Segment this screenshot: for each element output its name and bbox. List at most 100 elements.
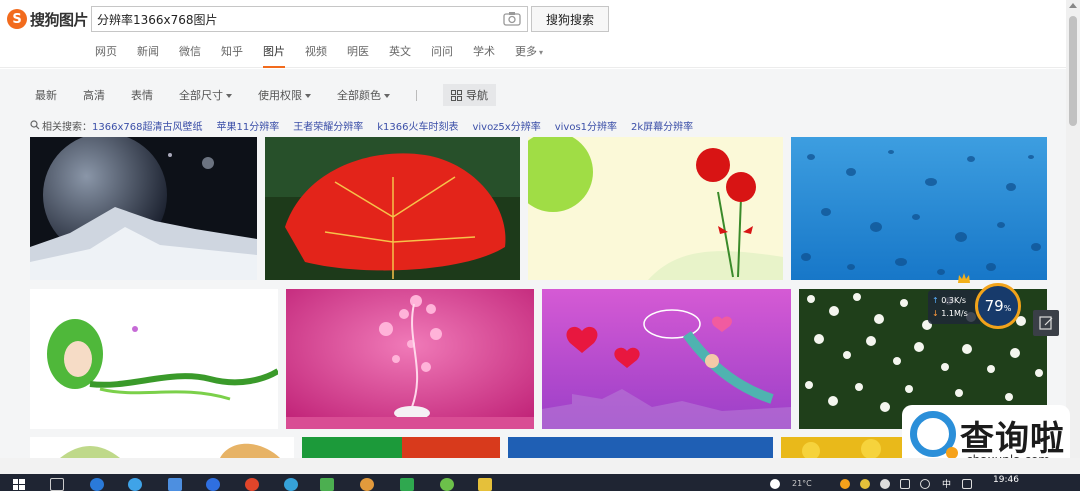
- ie-browser-icon[interactable]: [90, 478, 104, 491]
- tab-scholar[interactable]: 学术: [473, 44, 495, 66]
- feedback-button[interactable]: [1033, 310, 1059, 336]
- category-tabs: 网页 新闻 微信 知乎 图片 视频 明医 英文 问问 学术 更多 ▾: [95, 44, 563, 68]
- image-result-partial[interactable]: [302, 437, 500, 458]
- image-result-angel-net[interactable]: [542, 289, 791, 429]
- gauge-percent-sign: %: [1003, 303, 1012, 313]
- network-speed-widget[interactable]: ↑ 0.3K/s ↓ 1.1M/s: [928, 290, 980, 324]
- tab-wechat[interactable]: 微信: [179, 44, 201, 66]
- navigation-button[interactable]: 导航: [443, 84, 496, 106]
- taskbar-gap: [0, 458, 1080, 474]
- scroll-up-arrow-icon[interactable]: [1069, 3, 1077, 8]
- pink-hearts-image: [286, 289, 534, 429]
- related-link[interactable]: vivos1分辨率: [555, 118, 617, 133]
- blue-image: [508, 437, 773, 458]
- angel-net-image: [542, 289, 791, 429]
- tab-more[interactable]: 更多 ▾: [515, 44, 543, 66]
- tray-keyboard-icon[interactable]: [962, 479, 972, 489]
- chevron-down-icon: ▾: [539, 48, 544, 57]
- related-link[interactable]: 苹果11分辨率: [216, 118, 279, 133]
- related-link[interactable]: 王者荣耀分辨率: [293, 118, 363, 133]
- tab-medical[interactable]: 明医: [347, 44, 369, 66]
- tab-web[interactable]: 网页: [95, 44, 117, 66]
- image-result-carnations[interactable]: [528, 137, 783, 280]
- search-input[interactable]: [92, 7, 492, 31]
- tab-english[interactable]: 英文: [389, 44, 411, 66]
- tab-news[interactable]: 新闻: [137, 44, 159, 66]
- filter-latest[interactable]: 最新: [35, 87, 57, 103]
- tray-app-icon[interactable]: [840, 479, 850, 489]
- app-green-icon[interactable]: [400, 478, 414, 491]
- related-link[interactable]: 2k屏幕分辨率: [631, 118, 693, 133]
- vertical-scrollbar[interactable]: [1066, 0, 1080, 458]
- related-label: 相关搜索：: [42, 121, 92, 133]
- tab-wenwen[interactable]: 问问: [431, 44, 453, 66]
- search-box: [91, 6, 528, 32]
- image-result-partial[interactable]: [781, 437, 921, 458]
- filter-license-label: 使用权限: [258, 89, 302, 102]
- explorer-icon[interactable]: [168, 478, 182, 491]
- caret-down-icon: [305, 94, 311, 98]
- tab-zhihu[interactable]: 知乎: [221, 44, 243, 66]
- image-result-partial[interactable]: [30, 437, 294, 458]
- iqiyi-icon[interactable]: [320, 478, 334, 491]
- tray-app-icon[interactable]: [880, 479, 890, 489]
- battery-icon[interactable]: [900, 479, 910, 489]
- sogou-browser-icon[interactable]: [128, 478, 142, 491]
- tropical-image: [30, 437, 294, 458]
- filter-size-dropdown[interactable]: 全部尺寸: [179, 87, 232, 103]
- image-result-red-leaf[interactable]: [265, 137, 520, 280]
- tab-video[interactable]: 视频: [305, 44, 327, 66]
- tray-app-icon[interactable]: [860, 479, 870, 489]
- camera-icon[interactable]: [503, 11, 521, 26]
- app-k-icon[interactable]: [206, 478, 220, 491]
- carnations-image: [528, 137, 783, 280]
- related-searches: 相关搜索： 1366x768超清古风壁纸 苹果11分辨率 王者荣耀分辨率 k13…: [30, 118, 707, 133]
- sogou-logo-icon: S: [7, 9, 27, 29]
- app-blue-icon[interactable]: [284, 478, 298, 491]
- brand-name: 搜狗图片: [30, 10, 89, 29]
- filter-hd[interactable]: 高清: [83, 87, 105, 103]
- search-button[interactable]: 搜狗搜索: [531, 6, 609, 32]
- download-arrow-icon: ↓: [932, 309, 939, 318]
- green-red-image: [302, 437, 500, 458]
- image-result-partial[interactable]: [508, 437, 773, 458]
- upload-speed: 0.3K/s: [941, 296, 967, 305]
- ime-indicator[interactable]: 中: [942, 477, 951, 490]
- memory-gauge[interactable]: 79%: [975, 283, 1021, 329]
- filter-color-dropdown[interactable]: 全部颜色: [337, 87, 390, 103]
- network-icon[interactable]: [920, 479, 930, 489]
- image-result-pink-hearts[interactable]: [286, 289, 534, 429]
- tab-images[interactable]: 图片: [263, 44, 285, 68]
- related-link[interactable]: 1366x768超清古风壁纸: [92, 118, 202, 133]
- filter-license-dropdown[interactable]: 使用权限: [258, 87, 311, 103]
- related-link[interactable]: vivoz5x分辨率: [472, 118, 540, 133]
- windows-taskbar: 21°C 中 19:46: [0, 458, 1080, 491]
- crown-icon: [958, 273, 970, 283]
- windows-start-icon[interactable]: [12, 478, 26, 491]
- image-result-droplets[interactable]: [791, 137, 1047, 280]
- search-icon: [30, 120, 40, 130]
- filter-divider: [416, 89, 417, 101]
- scroll-thumb[interactable]: [1069, 16, 1077, 126]
- taskbar-clock[interactable]: 19:46: [993, 475, 1019, 485]
- search-header: S 搜狗图片 搜狗搜索 网页 新闻 微信 知乎 图片 视频 明医 英文 问问 学…: [0, 0, 1066, 68]
- weather-moon-icon[interactable]: [770, 479, 780, 489]
- grid-icon: [451, 89, 462, 101]
- image-result-green-fairy[interactable]: [30, 289, 278, 429]
- image-result-planet[interactable]: [30, 137, 257, 280]
- green-fairy-image: [30, 289, 278, 429]
- gauge-percent: 79: [984, 297, 1004, 315]
- droplets-image: [791, 137, 1047, 280]
- navigation-button-label: 导航: [466, 89, 488, 102]
- wechat-icon[interactable]: [440, 478, 454, 491]
- related-link[interactable]: k1366火车时刻表: [377, 118, 458, 133]
- yellow-flowers-image: [781, 437, 921, 458]
- sogou-logo[interactable]: S 搜狗图片: [7, 8, 89, 30]
- chrome-icon[interactable]: [245, 478, 259, 491]
- app-yellow-icon[interactable]: [478, 478, 492, 491]
- filter-size-label: 全部尺寸: [179, 89, 223, 102]
- red-leaf-image: [265, 137, 520, 280]
- task-view-icon[interactable]: [50, 478, 64, 491]
- app-orange-icon[interactable]: [360, 478, 374, 491]
- filter-emoji[interactable]: 表情: [131, 87, 153, 103]
